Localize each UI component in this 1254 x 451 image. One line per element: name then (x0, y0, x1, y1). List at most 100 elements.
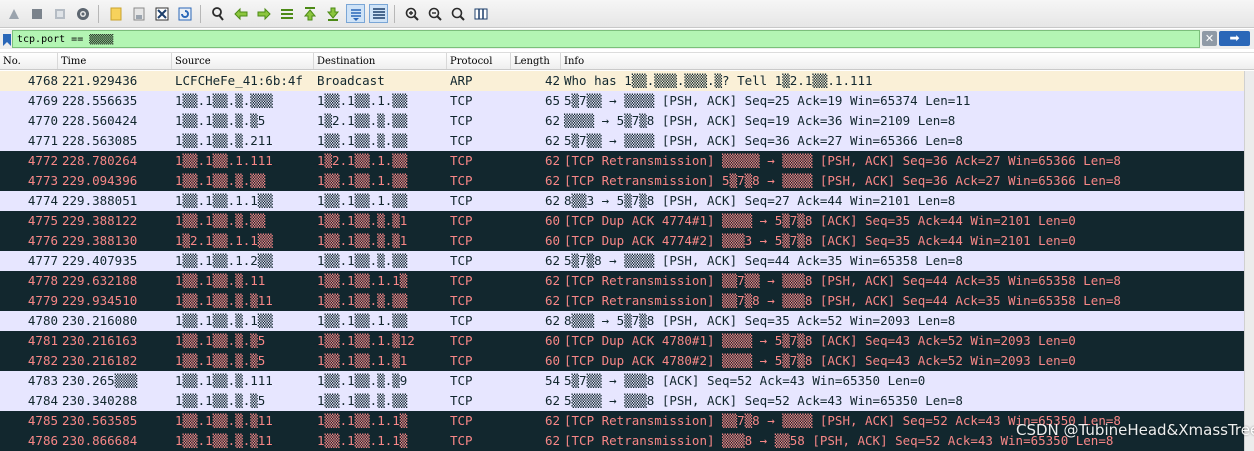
packet-info: [TCP Retransmission] ▒▒7▒▒ → ▒▒▒8 [PSH, … (564, 273, 1121, 288)
toolbar-separator (200, 4, 201, 23)
packet-row[interactable]: 4783 230.265▒▒▒ 1▒▒.1▒▒.▒.111 1▒▒.1▒▒.▒.▒9 T… (0, 371, 1254, 391)
packet-destination: Broadcast (317, 73, 385, 88)
packet-number: 4774 (27, 193, 58, 208)
packet-info: Who has 1▒▒.▒▒▒.▒▒▒.▒? Tell 1▒2.1▒▒.1.11… (564, 73, 873, 88)
resize-columns-icon[interactable] (471, 4, 490, 23)
packet-row[interactable]: 4781 230.216163 1▒▒.1▒▒.▒.▒5 1▒▒.1▒▒.1.▒12 T… (0, 331, 1254, 351)
packet-row[interactable]: 4772 228.780264 1▒▒.1▒▒.1.111 1▒2.1▒▒.1.▒▒ T… (0, 151, 1254, 171)
packet-protocol: TCP (450, 113, 473, 128)
go-forward-icon[interactable] (254, 4, 273, 23)
packet-destination: 1▒▒.1▒▒.▒.▒▒ (317, 293, 408, 308)
packet-row[interactable]: 4780 230.216080 1▒▒.1▒▒.▒.1▒▒ 1▒▒.1▒▒.1.▒▒ T… (0, 311, 1254, 331)
packet-number: 4777 (27, 253, 58, 268)
go-last-packet-icon[interactable] (323, 4, 342, 23)
column-header-info[interactable]: Info (561, 53, 1244, 69)
go-back-icon[interactable] (231, 4, 250, 23)
packet-row[interactable]: 4784 230.340288 1▒▒.1▒▒.▒.▒5 1▒▒.1▒▒.▒.▒▒ TC… (0, 391, 1254, 411)
packet-row[interactable]: 4777 229.407935 1▒▒.1▒▒.1.2▒▒ 1▒▒.1▒▒.▒.▒▒ T… (0, 251, 1254, 271)
packet-source: 1▒▒.1▒▒.▒.11 (175, 273, 266, 288)
bookmark-icon[interactable] (2, 32, 12, 46)
packet-row[interactable]: 4770 228.560424 1▒▒.1▒▒.▒.▒5 1▒2.1▒▒.▒.▒▒ TC… (0, 111, 1254, 131)
packet-row[interactable]: 4768 221.929436 LCFCHeFe_41:6b:4f Broadcast… (0, 71, 1254, 91)
packet-info: 5▒7▒▒ → ▒▒▒▒ [PSH, ACK] Seq=36 Ack=27 Wi… (564, 133, 963, 148)
packet-number: 4778 (27, 273, 58, 288)
packet-info: [TCP Retransmission] ▒▒▒▒▒ → ▒▒▒▒ [PSH, … (564, 153, 1121, 168)
go-to-packet-icon[interactable] (277, 4, 296, 23)
apply-filter-button[interactable]: ➡ (1219, 31, 1250, 46)
packet-protocol: TCP (450, 333, 473, 348)
packet-length: 62 (544, 253, 560, 268)
packet-source: LCFCHeFe_41:6b:4f (175, 73, 303, 88)
packet-source: 1▒▒.1▒▒.▒.111 (175, 373, 273, 388)
packet-number: 4784 (27, 393, 58, 408)
column-header-time[interactable]: Time (58, 53, 172, 69)
packet-time: 230.340288 (62, 393, 138, 408)
clear-filter-button[interactable]: ✕ (1202, 31, 1217, 46)
packet-destination: 1▒▒.1▒▒.1.1▒ (317, 413, 408, 428)
packet-row[interactable]: 4774 229.388051 1▒▒.1▒▒.1.1▒▒ 1▒▒.1▒▒.1.▒▒ T… (0, 191, 1254, 211)
packet-time: 230.216080 (62, 313, 138, 328)
packet-row[interactable]: 4775 229.388122 1▒▒.1▒▒.▒.▒▒ 1▒▒.1▒▒.▒.▒1 TC… (0, 211, 1254, 231)
column-header-protocol[interactable]: Protocol (447, 53, 511, 69)
packet-length: 42 (544, 73, 560, 88)
packet-length: 65 (544, 93, 560, 108)
packet-info: [TCP Dup ACK 4780#2] ▒▒▒▒ → 5▒7▒8 [ACK] … (564, 353, 1076, 368)
packet-time: 229.934510 (62, 293, 138, 308)
packet-destination: 1▒▒.1▒▒.▒.▒▒ (317, 393, 408, 408)
display-filter-input[interactable] (12, 30, 1200, 48)
capture-options-icon[interactable] (73, 4, 92, 23)
packet-protocol: TCP (450, 433, 473, 448)
packet-destination: 1▒▒.1▒▒.1.1▒ (317, 273, 408, 288)
packet-length: 60 (544, 353, 560, 368)
restart-capture-icon[interactable] (50, 4, 69, 23)
go-first-packet-icon[interactable] (300, 4, 319, 23)
zoom-in-icon[interactable] (402, 4, 421, 23)
column-header-destination[interactable]: Destination (314, 53, 447, 69)
column-header-source[interactable]: Source (172, 53, 314, 69)
packet-time: 230.216182 (62, 353, 138, 368)
packet-length: 62 (544, 293, 560, 308)
packet-row[interactable]: 4778 229.632188 1▒▒.1▒▒.▒.11 1▒▒.1▒▒.1.1▒ TC… (0, 271, 1254, 291)
packet-row[interactable]: 4773 229.094396 1▒▒.1▒▒.▒.▒▒ 1▒▒.1▒▒.1.▒▒ TC… (0, 171, 1254, 191)
packet-time: 229.407935 (62, 253, 138, 268)
packet-length: 60 (544, 233, 560, 248)
colorize-icon[interactable] (369, 4, 388, 23)
stop-capture-icon[interactable] (27, 4, 46, 23)
packet-row[interactable]: 4776 229.388130 1▒2.1▒▒.1.1▒▒ 1▒▒.1▒▒.▒.▒1 T… (0, 231, 1254, 251)
packet-time: 228.560424 (62, 113, 138, 128)
column-header-length[interactable]: Length (511, 53, 561, 69)
packet-info: 5▒7▒▒ → ▒▒▒8 [ACK] Seq=52 Ack=43 Win=653… (564, 373, 926, 388)
packet-protocol: TCP (450, 133, 473, 148)
packet-source: 1▒▒.1▒▒.▒.▒5 (175, 353, 266, 368)
packet-row[interactable]: 4771 228.563085 1▒▒.1▒▒.▒.211 1▒▒.1▒▒.▒.▒▒ T… (0, 131, 1254, 151)
auto-scroll-icon[interactable] (346, 4, 365, 23)
close-file-icon[interactable] (152, 4, 171, 23)
start-capture-icon[interactable] (4, 4, 23, 23)
column-header-no[interactable]: No. (0, 53, 58, 69)
packet-row[interactable]: 4769 228.556635 1▒▒.1▒▒.▒.▒▒▒ 1▒▒.1▒▒.1.▒▒ T… (0, 91, 1254, 111)
packet-info: 5▒7▒8 → ▒▒▒▒ [PSH, ACK] Seq=44 Ack=35 Wi… (564, 253, 963, 268)
packet-length: 62 (544, 273, 560, 288)
packet-number: 4779 (27, 293, 58, 308)
packet-info: [TCP Dup ACK 4780#1] ▒▒▒▒ → 5▒7▒8 [ACK] … (564, 333, 1076, 348)
packet-source: 1▒▒.1▒▒.▒.▒11 (175, 433, 273, 448)
find-packet-icon[interactable] (208, 4, 227, 23)
toolbar-separator (394, 4, 395, 23)
save-file-icon[interactable] (129, 4, 148, 23)
packet-number: 4771 (27, 133, 58, 148)
packet-list-scrollbar[interactable] (1244, 71, 1254, 451)
normal-size-icon[interactable] (448, 4, 467, 23)
packet-time: 228.780264 (62, 153, 138, 168)
packet-protocol: TCP (450, 93, 473, 108)
packet-length: 62 (544, 113, 560, 128)
zoom-out-icon[interactable] (425, 4, 444, 23)
packet-protocol: TCP (450, 173, 473, 188)
packet-row[interactable]: 4782 230.216182 1▒▒.1▒▒.▒.▒5 1▒▒.1▒▒.1.▒1 TC… (0, 351, 1254, 371)
packet-row[interactable]: 4779 229.934510 1▒▒.1▒▒.▒.▒11 1▒▒.1▒▒.▒.▒▒ T… (0, 291, 1254, 311)
packet-destination: 1▒▒.1▒▒.1.▒▒ (317, 313, 408, 328)
reload-file-icon[interactable] (175, 4, 194, 23)
packet-info: 5▒7▒▒ → ▒▒▒▒ [PSH, ACK] Seq=25 Ack=19 Wi… (564, 93, 971, 108)
packet-protocol: TCP (450, 413, 473, 428)
packet-source: 1▒▒.1▒▒.▒.211 (175, 133, 273, 148)
open-file-icon[interactable] (106, 4, 125, 23)
